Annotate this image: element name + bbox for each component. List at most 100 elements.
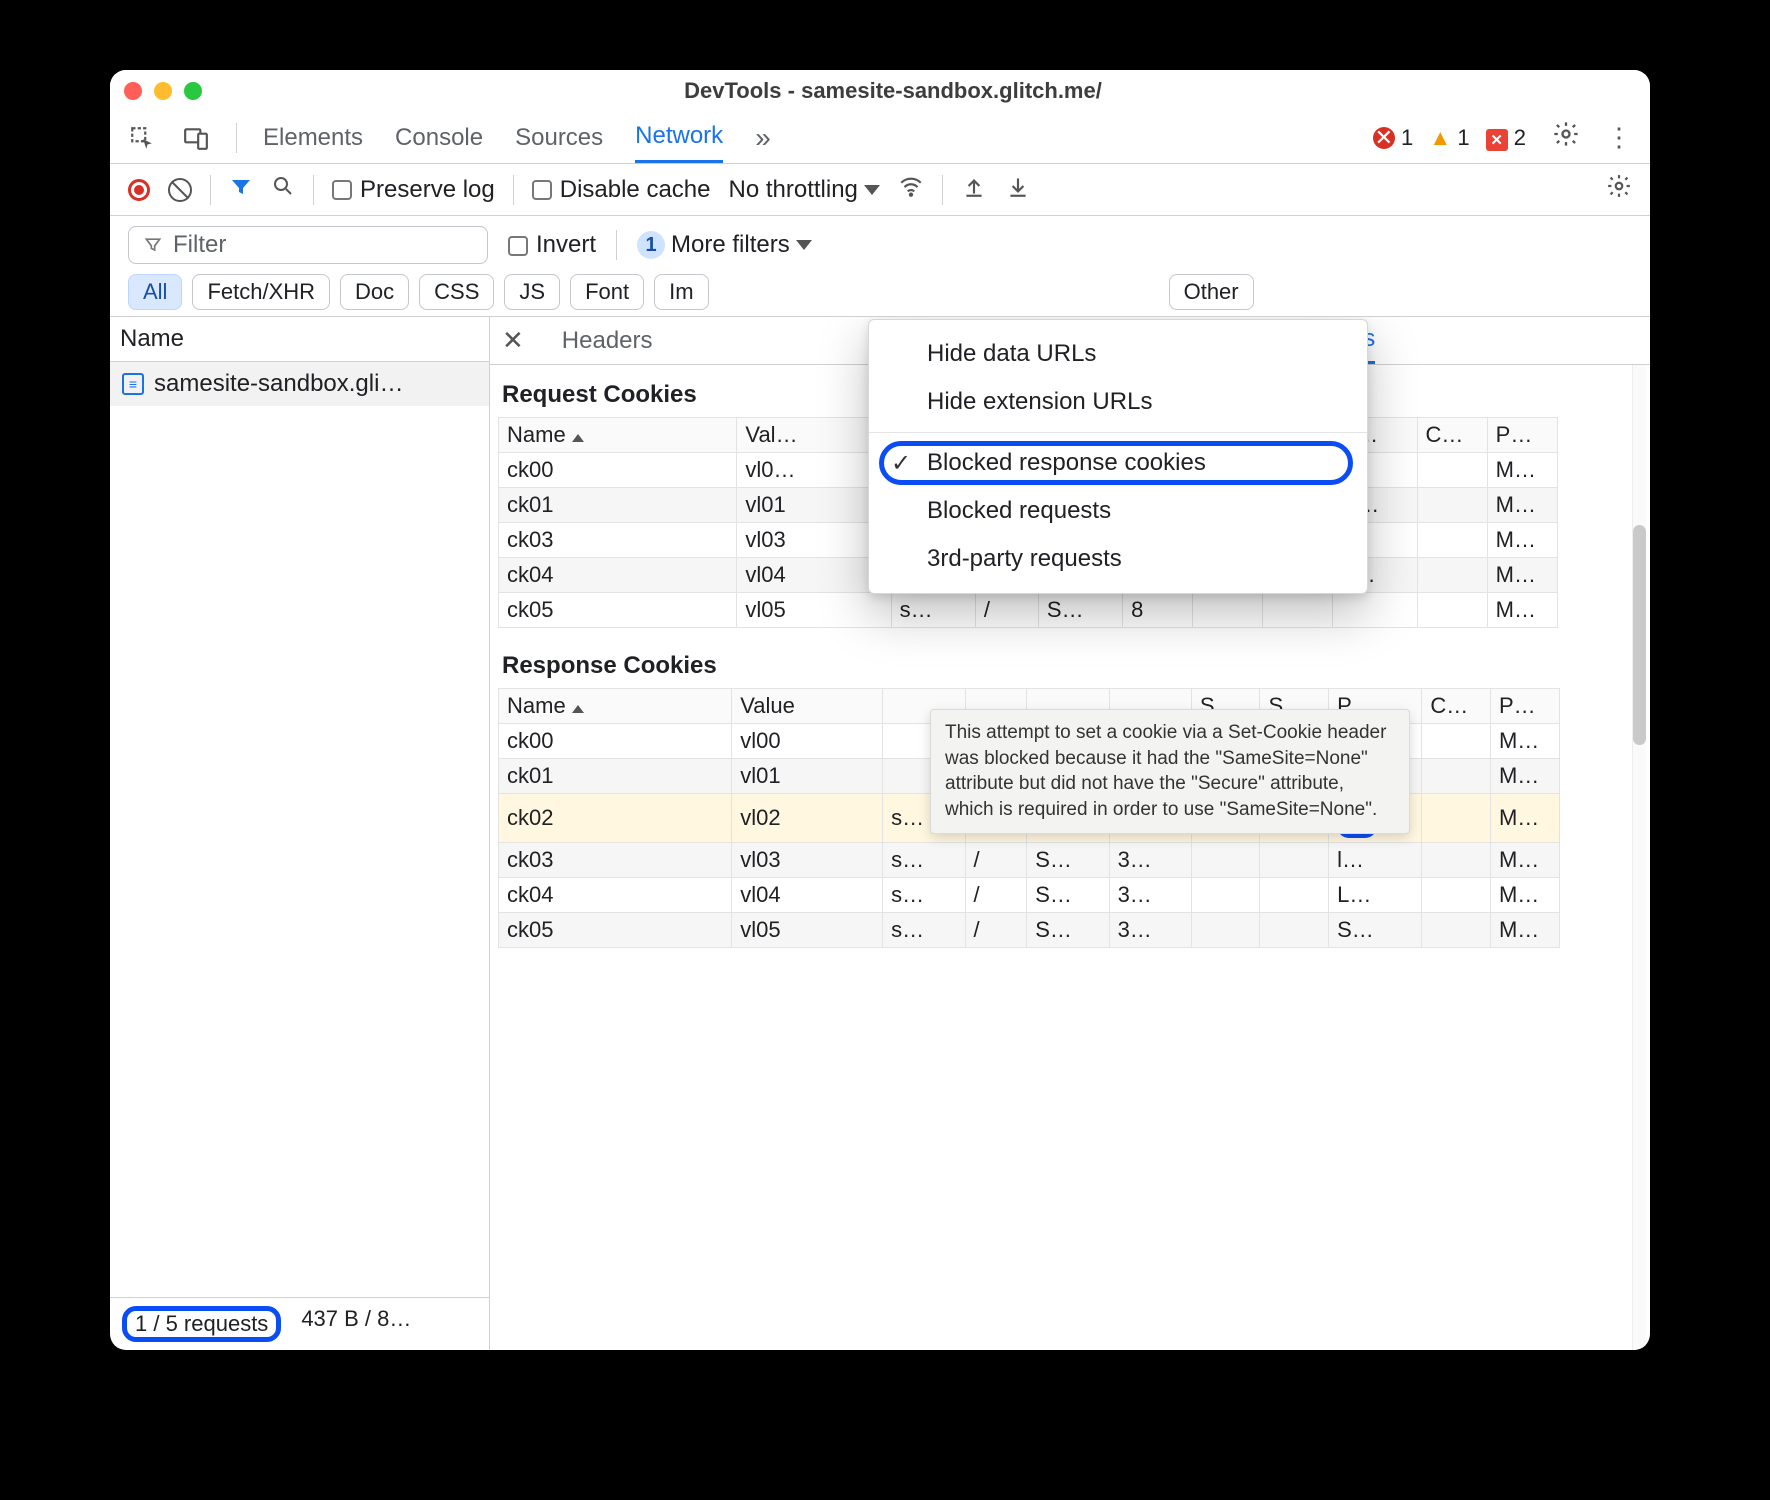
- tab-network[interactable]: Network: [635, 112, 723, 163]
- table-cell: [1422, 759, 1491, 794]
- search-icon[interactable]: [271, 174, 295, 205]
- warnings-badge[interactable]: ▲ 1: [1429, 125, 1469, 151]
- table-cell: ck02: [499, 794, 732, 843]
- request-row[interactable]: ≡ samesite-sandbox.gli…: [110, 362, 489, 406]
- chip-js[interactable]: JS: [504, 274, 560, 310]
- status-badges: ✕ 1 ▲ 1 ✕ 2: [1373, 125, 1526, 151]
- scrollbar[interactable]: [1632, 365, 1646, 1350]
- chip-other[interactable]: Other: [1169, 274, 1254, 310]
- errors-badge[interactable]: ✕ 1: [1373, 125, 1413, 151]
- separator: [313, 175, 314, 205]
- col-value[interactable]: Value: [732, 689, 883, 724]
- network-conditions-icon[interactable]: [898, 173, 924, 206]
- table-cell: [1422, 913, 1491, 948]
- scrollbar-thumb[interactable]: [1633, 525, 1646, 745]
- table-cell: M…: [1490, 794, 1559, 843]
- menu-item-hide-extension-urls[interactable]: Hide extension URLs: [869, 378, 1367, 426]
- table-row[interactable]: ck05vl05s…/S…8M…: [499, 593, 1642, 628]
- tab-sources[interactable]: Sources: [515, 112, 603, 163]
- table-cell: M…: [1490, 843, 1559, 878]
- table-row[interactable]: ck05vl05s…/S…3…S…M…: [499, 913, 1642, 948]
- table-cell: [1191, 878, 1260, 913]
- menu-separator: [869, 432, 1367, 433]
- separator: [236, 123, 237, 153]
- filter-input[interactable]: Filter: [128, 226, 488, 264]
- table-cell: ck01: [499, 759, 732, 794]
- col-partition[interactable]: C…: [1417, 418, 1487, 453]
- split-pane: Name ≡ samesite-sandbox.gli… 1 / 5 reque…: [110, 316, 1650, 1350]
- chip-doc[interactable]: Doc: [340, 274, 409, 310]
- request-list-header-name[interactable]: Name: [110, 317, 489, 362]
- table-cell: 8: [1123, 593, 1193, 628]
- preserve-log-checkbox[interactable]: Preserve log: [332, 176, 495, 204]
- table-cell: ck04: [499, 558, 737, 593]
- chip-all[interactable]: All: [128, 274, 182, 310]
- table-cell: l…: [1329, 843, 1422, 878]
- chip-img[interactable]: Im: [654, 274, 708, 310]
- clear-button-icon[interactable]: [168, 178, 192, 202]
- network-settings-icon[interactable]: [1606, 173, 1632, 206]
- disable-cache-checkbox[interactable]: Disable cache: [532, 176, 711, 204]
- upload-har-icon[interactable]: [961, 173, 987, 206]
- table-row[interactable]: ck03vl03s…/S…3…l…M…: [499, 843, 1642, 878]
- blocked-cookie-tooltip: This attempt to set a cookie via a Set-C…: [930, 709, 1410, 834]
- status-footer: 1 / 5 requests 437 B / 8…: [110, 1297, 489, 1350]
- table-cell: ck03: [499, 523, 737, 558]
- table-cell: S…: [1027, 878, 1109, 913]
- tab-overflow-icon[interactable]: »: [755, 112, 771, 163]
- more-filters-dropdown[interactable]: 1 More filters: [637, 231, 812, 259]
- table-cell: [1417, 558, 1487, 593]
- table-cell: ck05: [499, 593, 737, 628]
- table-row[interactable]: ck04vl04s…/S…3…L…M…: [499, 878, 1642, 913]
- checkbox-icon: [332, 180, 352, 200]
- requests-count: 1 / 5 requests: [135, 1311, 268, 1336]
- filter-row: Filter Invert 1 More filters: [110, 216, 1650, 264]
- record-button-icon[interactable]: [128, 179, 150, 201]
- sort-asc-icon: [572, 705, 584, 713]
- chip-css[interactable]: CSS: [419, 274, 494, 310]
- menu-item-blocked-requests[interactable]: Blocked requests: [869, 487, 1367, 535]
- window-controls: [124, 82, 202, 100]
- table-cell: /: [965, 843, 1027, 878]
- warning-icon: ▲: [1429, 127, 1451, 149]
- table-cell: [1422, 794, 1491, 843]
- menu-item-3rd-party-requests[interactable]: 3rd-party requests: [869, 535, 1367, 583]
- error-icon: ✕: [1373, 127, 1395, 149]
- panel-tabs: Elements Console Sources Network »: [263, 112, 771, 163]
- chip-font[interactable]: Font: [570, 274, 644, 310]
- filter-toggle-icon[interactable]: [229, 175, 253, 205]
- menu-item-blocked-response-cookies[interactable]: Blocked response cookies: [869, 439, 1367, 487]
- close-detail-icon[interactable]: ✕: [502, 325, 532, 356]
- tab-console[interactable]: Console: [395, 112, 483, 163]
- table-cell: /: [965, 878, 1027, 913]
- tab-headers[interactable]: Headers: [562, 317, 653, 364]
- table-cell: [1191, 913, 1260, 948]
- device-toolbar-icon[interactable]: [182, 124, 210, 152]
- menu-item-hide-data-urls[interactable]: Hide data URLs: [869, 330, 1367, 378]
- throttling-select[interactable]: No throttling: [728, 176, 879, 204]
- table-cell: S…: [1329, 913, 1422, 948]
- minimize-window-icon[interactable]: [154, 82, 172, 100]
- invert-checkbox[interactable]: Invert: [508, 231, 596, 259]
- col-name[interactable]: Name: [499, 689, 732, 724]
- close-window-icon[interactable]: [124, 82, 142, 100]
- table-cell: [1417, 453, 1487, 488]
- inspect-element-icon[interactable]: [128, 124, 156, 152]
- download-har-icon[interactable]: [1005, 173, 1031, 206]
- col-partition[interactable]: C…: [1422, 689, 1491, 724]
- chip-fetch-xhr[interactable]: Fetch/XHR: [192, 274, 330, 310]
- col-priority[interactable]: P…: [1487, 418, 1557, 453]
- table-cell: vl01: [732, 759, 883, 794]
- funnel-outline-icon: [143, 235, 163, 255]
- issues-badge[interactable]: ✕ 2: [1486, 125, 1526, 151]
- more-options-icon[interactable]: ⋮: [1606, 122, 1632, 153]
- table-cell: s…: [891, 593, 975, 628]
- zoom-window-icon[interactable]: [184, 82, 202, 100]
- col-name[interactable]: Name: [499, 418, 737, 453]
- tab-elements[interactable]: Elements: [263, 112, 363, 163]
- table-cell: vl04: [732, 878, 883, 913]
- col-priority[interactable]: P…: [1490, 689, 1559, 724]
- active-filter-count-badge: 1: [637, 231, 665, 259]
- table-cell: M…: [1487, 453, 1557, 488]
- settings-icon[interactable]: [1552, 120, 1580, 155]
